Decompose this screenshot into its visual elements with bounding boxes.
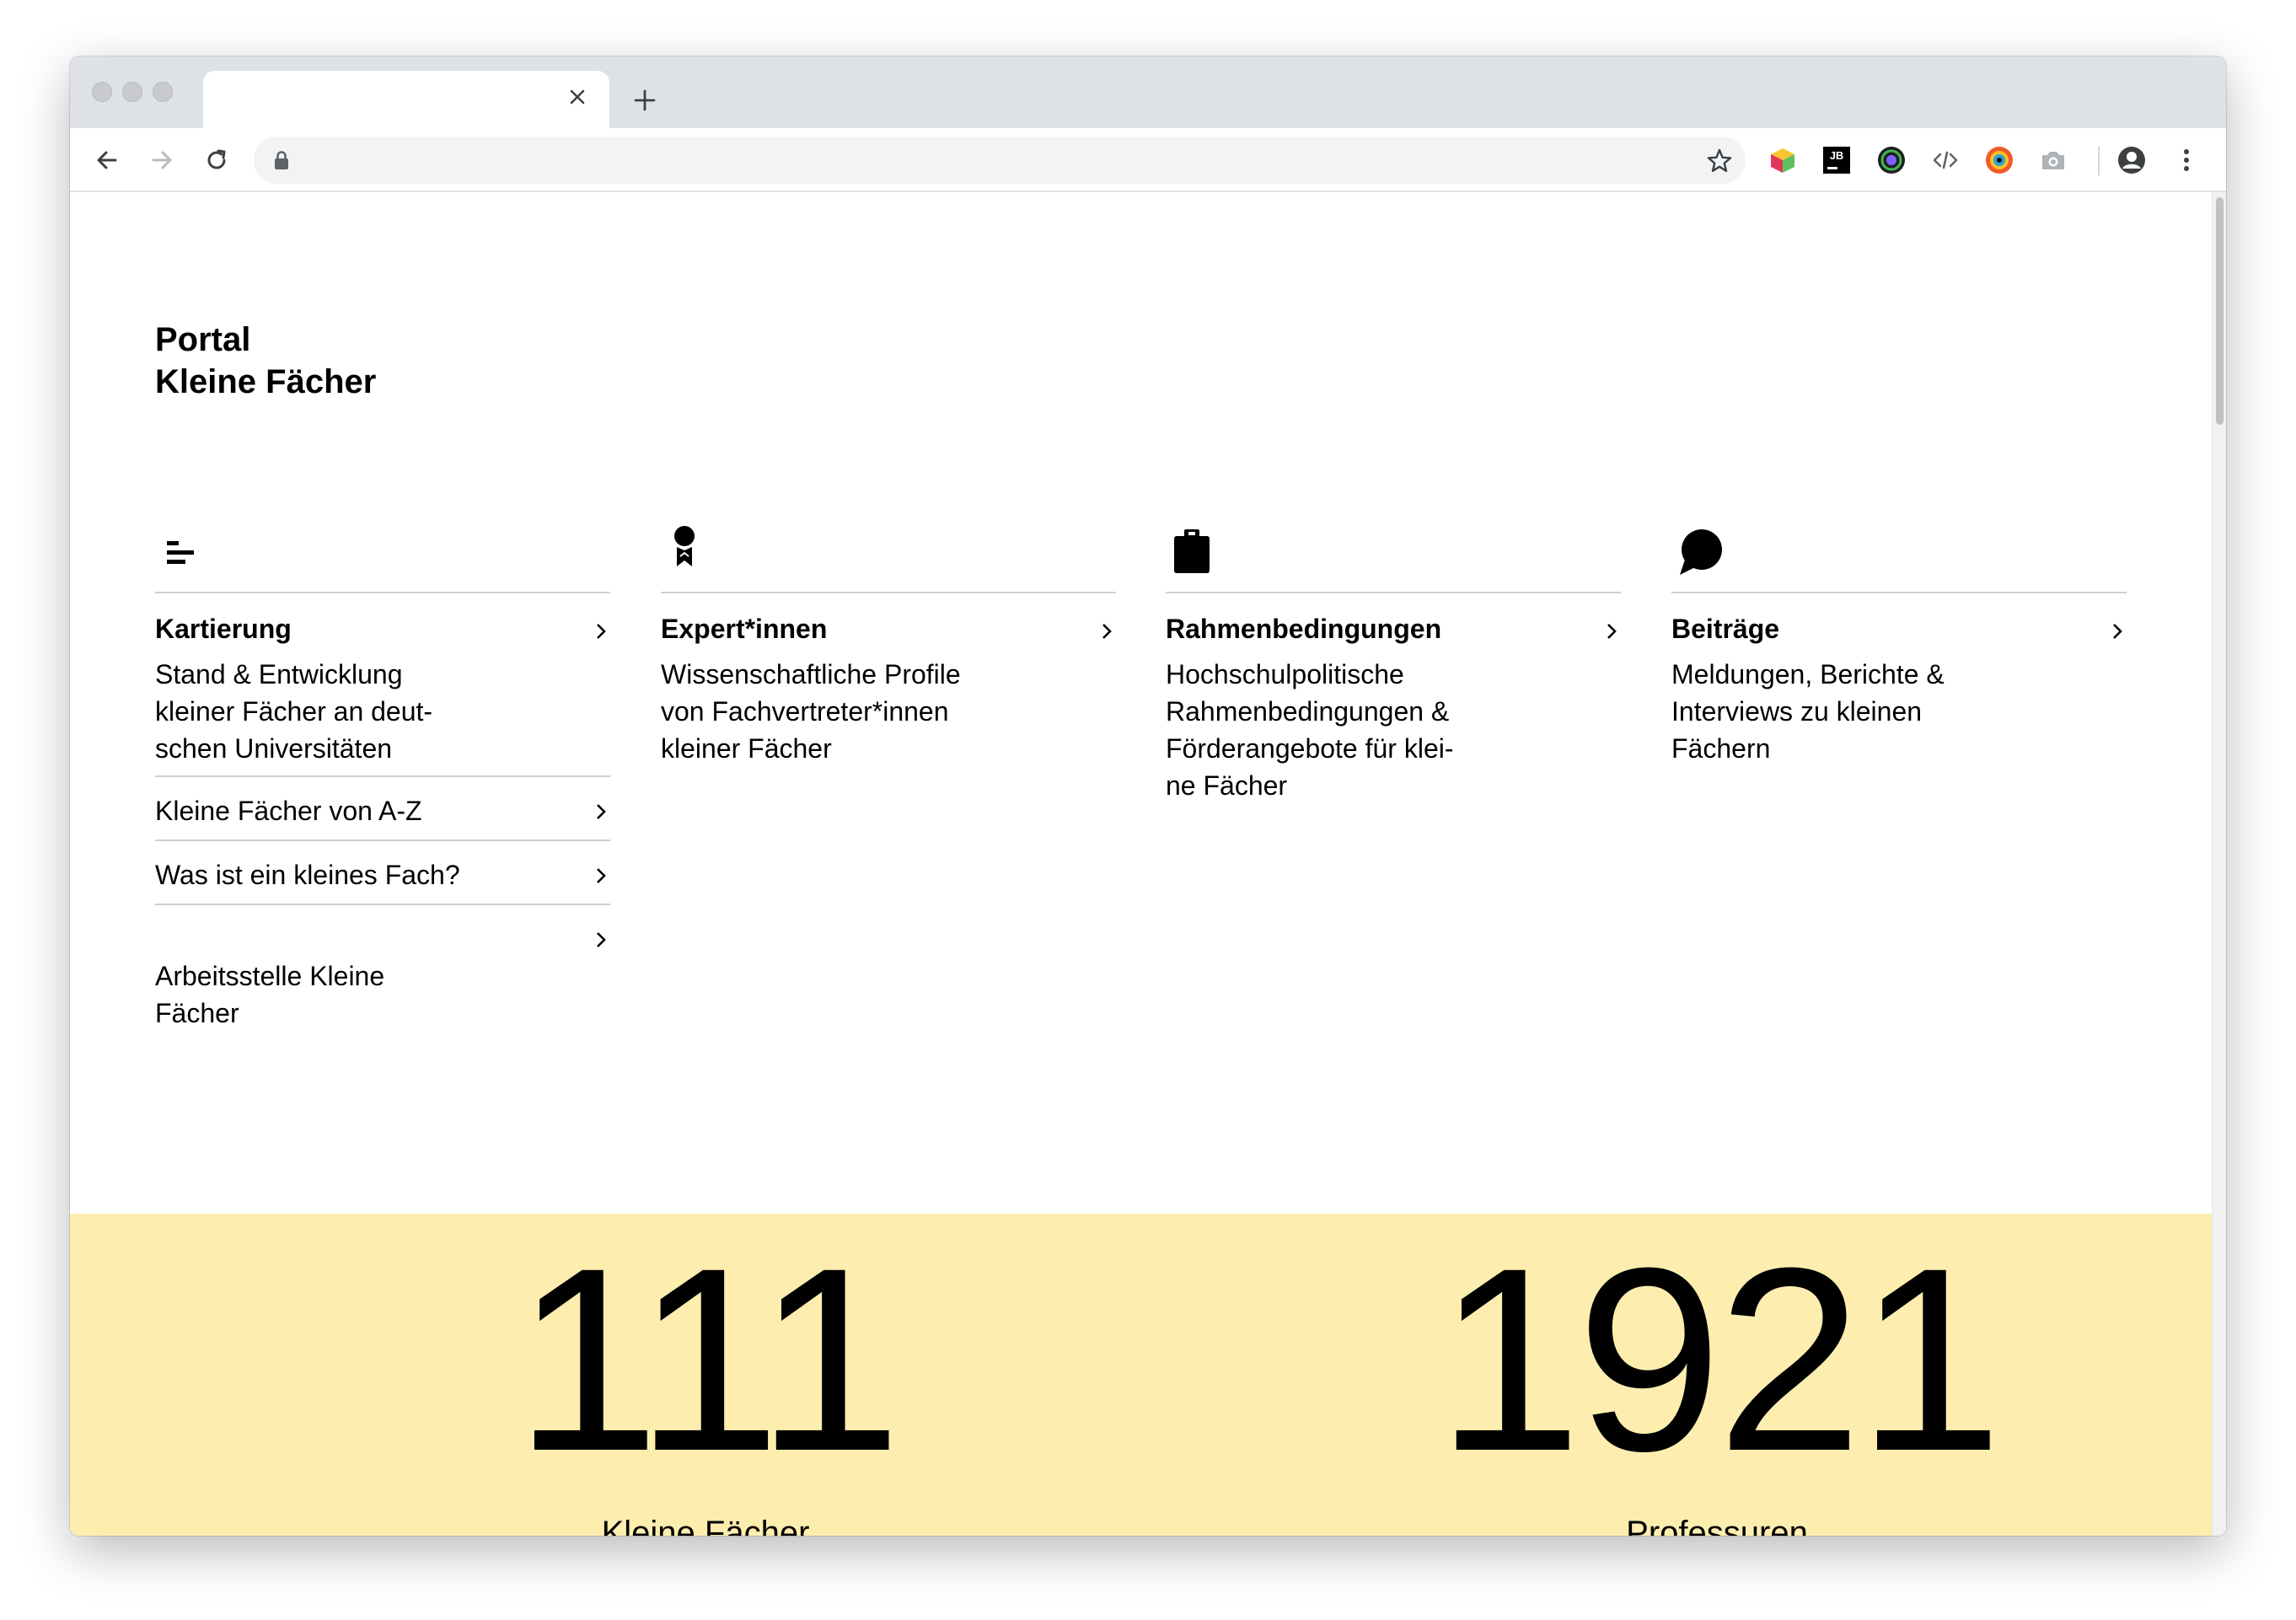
nav-heading-title: Expert*innen <box>661 614 828 644</box>
logo-line-2: Kleine Fächer <box>155 363 377 400</box>
speech-bubble-icon <box>1671 524 2127 592</box>
menu-kebab-icon[interactable] <box>2170 144 2202 176</box>
nav-heading-title: Kartierung <box>155 614 292 644</box>
chevron-right-icon <box>1607 624 1617 639</box>
sublink-label: Kleine Fächer von A-Z <box>155 796 422 826</box>
nav-column-rahmenbedingungen: Rahmenbedingungen Hochschulpolitische Ra… <box>1166 524 1621 813</box>
stat-value-kleine-faecher: 111 <box>514 1213 901 1505</box>
nav-column-kartierung: Kartierung Stand & Entwicklung kleiner F… <box>155 524 610 1079</box>
chevron-right-icon <box>597 804 606 819</box>
profile-avatar-icon[interactable] <box>2116 144 2148 176</box>
minimize-window-button[interactable] <box>122 82 142 102</box>
nav-heading-link[interactable]: Kartierung <box>155 593 610 656</box>
stat-value-professuren: 1921 <box>1436 1213 2003 1505</box>
list-bars-icon <box>155 524 610 592</box>
back-icon[interactable] <box>90 143 124 177</box>
nav-column-beitraege: Beiträge Meldungen, Berichte & Interview… <box>1671 524 2127 775</box>
sublink-kleine-faecher-a-z[interactable]: Kleine Fächer von A-Z <box>155 775 610 840</box>
code-icon[interactable] <box>1929 144 1961 176</box>
chevron-right-icon <box>2113 624 2122 639</box>
stats-band: 111 Kleine Fächer 1921 Professuren <box>70 1214 2212 1536</box>
toolbar-divider <box>2098 147 2100 175</box>
award-badge-icon <box>661 524 1116 592</box>
browser-window: JB Portal Kleine Fächer Kartierung Stand… <box>70 56 2226 1536</box>
chevron-right-icon <box>1102 624 1112 639</box>
scrollbar-thumb[interactable] <box>2216 197 2224 425</box>
nav-heading-link[interactable]: Rahmenbedingungen <box>1166 593 1621 656</box>
jetbrains-extension-icon[interactable]: JB <box>1821 144 1853 176</box>
eye-dropper-icon[interactable] <box>1983 144 2015 176</box>
svg-text:JB: JB <box>1830 149 1844 162</box>
lock-icon <box>272 150 291 170</box>
nav-heading-title: Beiträge <box>1671 614 1780 644</box>
maximize-window-button[interactable] <box>153 82 173 102</box>
sublink-label: Was ist ein kleines Fach? <box>155 860 460 890</box>
address-bar[interactable] <box>254 137 1746 184</box>
chevron-right-icon <box>597 868 606 883</box>
page-scrollbar[interactable] <box>2212 192 2226 1536</box>
browser-tab[interactable] <box>203 71 609 128</box>
logo-line-1: Portal <box>155 321 251 358</box>
chevron-right-icon <box>597 624 606 639</box>
site-logo[interactable]: Portal Kleine Fächer <box>155 319 376 403</box>
page-viewport: Portal Kleine Fächer Kartierung Stand & … <box>70 192 2212 1536</box>
browser-toolbar: JB <box>70 128 2226 192</box>
reload-icon[interactable] <box>200 143 233 177</box>
forward-icon[interactable] <box>145 143 179 177</box>
nav-heading-link[interactable]: Beiträge <box>1671 593 2127 656</box>
close-window-button[interactable] <box>92 82 112 102</box>
nav-heading-link[interactable]: Expert*innen <box>661 593 1116 656</box>
cube-extension-icon[interactable] <box>1767 144 1799 176</box>
new-tab-button[interactable] <box>626 82 663 119</box>
stat-label-professuren: Professuren <box>1626 1515 1808 1536</box>
sublink-kleines-fach[interactable]: Was ist ein kleines Fach? <box>155 840 610 904</box>
tab-close-icon[interactable] <box>562 82 593 112</box>
tab-strip <box>70 56 2226 128</box>
nav-column-expertinnen: Expert*innen Wissenschaftliche Profile v… <box>661 524 1116 775</box>
nav-description: Wissenschaftliche Profile von Fachvertre… <box>661 659 961 764</box>
clipboard-icon <box>1166 524 1621 592</box>
bookmark-star-icon[interactable] <box>1705 147 1734 175</box>
stat-label-kleine-faecher: Kleine Fächer <box>601 1515 810 1536</box>
camera-icon[interactable] <box>2037 144 2069 176</box>
chevron-right-icon <box>597 932 606 947</box>
nav-description: Hochschulpolitische Rahmenbedingungen & … <box>1166 659 1454 801</box>
sublink-label: Arbeitsstelle Kleine Fächer <box>155 961 385 1028</box>
nav-description: Meldungen, Berichte & Interviews zu klei… <box>1671 659 1945 764</box>
color-picker-icon[interactable] <box>1875 144 1907 176</box>
nav-description: Stand & Entwicklung kleiner Fächer an de… <box>155 659 433 764</box>
sublink-arbeitsstelle[interactable]: Arbeitsstelle Kleine Fächer <box>155 904 610 1079</box>
nav-heading-title: Rahmenbedingungen <box>1166 614 1442 644</box>
